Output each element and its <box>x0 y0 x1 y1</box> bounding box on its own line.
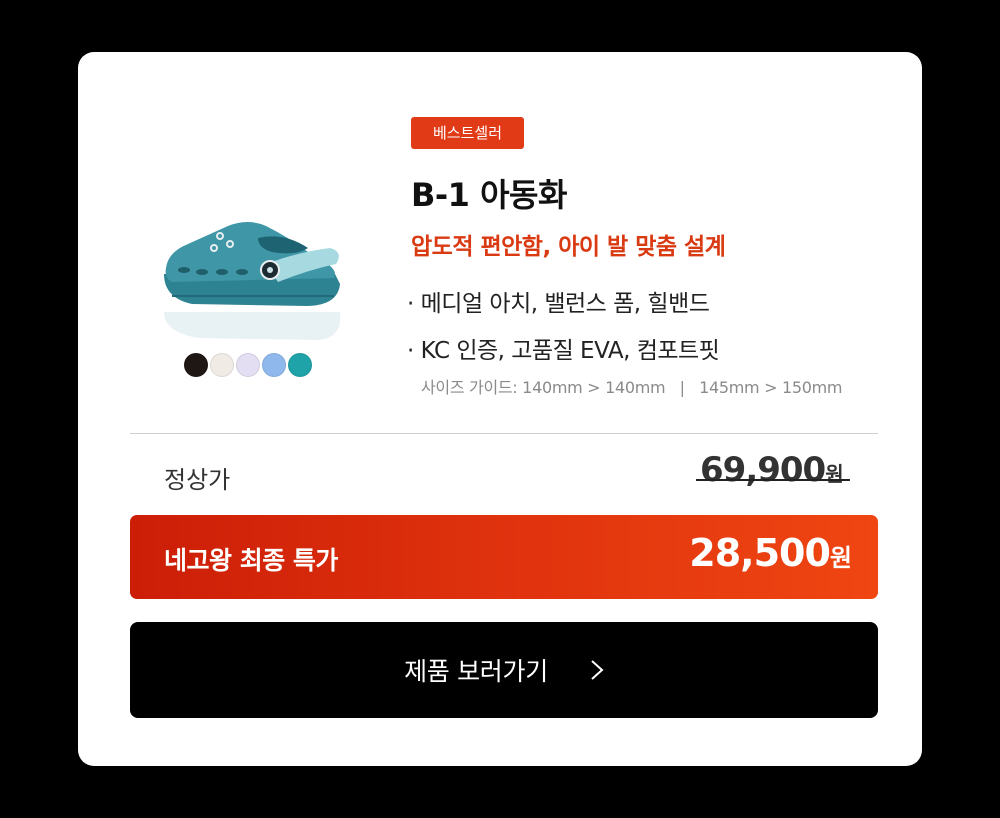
regular-price-unit: 원 <box>825 462 844 486</box>
color-swatch-black[interactable] <box>184 353 208 377</box>
final-price-label: 네고왕 최종 특가 <box>164 546 338 575</box>
view-product-button[interactable]: 제품 보러가기 <box>130 622 878 718</box>
regular-price-value: 69,900 <box>700 450 826 490</box>
color-swatch-lavender[interactable] <box>236 353 260 377</box>
chevron-right-icon <box>590 659 604 681</box>
regular-price: 69,900원 <box>696 450 850 490</box>
regular-price-label: 정상가 <box>164 466 231 494</box>
color-swatch-sky-blue[interactable] <box>262 353 286 377</box>
feature-line: · 메디얼 아치, 밸런스 폼, 힐밴드 <box>407 291 710 317</box>
color-swatches <box>184 353 312 377</box>
product-subtitle: 압도적 편안함, 아이 발 맞춤 설계 <box>411 234 726 260</box>
product-title: B-1 아동화 <box>411 176 567 214</box>
final-price-unit: 원 <box>829 544 852 572</box>
final-price-bar: 네고왕 최종 특가 28,500원 <box>130 515 878 599</box>
size-guide: 사이즈 가이드: 140mm > 140mm | 145mm > 150mm <box>421 378 843 397</box>
strikethrough-line <box>696 479 850 481</box>
final-price-value: 28,500 <box>689 531 831 575</box>
final-price: 28,500원 <box>689 531 852 575</box>
feature-line: · KC 인증, 고품질 EVA, 컴포트핏 <box>407 338 720 364</box>
divider <box>130 433 878 434</box>
color-swatch-ivory[interactable] <box>210 353 234 377</box>
view-product-label: 제품 보러가기 <box>404 657 548 686</box>
bestseller-badge: 베스트셀러 <box>411 117 525 149</box>
color-swatch-teal[interactable] <box>288 353 312 377</box>
product-card: 베스트셀러 B-1 아동화 압도적 편안함, 아이 발 맞춤 설계 · 메디얼 … <box>78 52 922 766</box>
